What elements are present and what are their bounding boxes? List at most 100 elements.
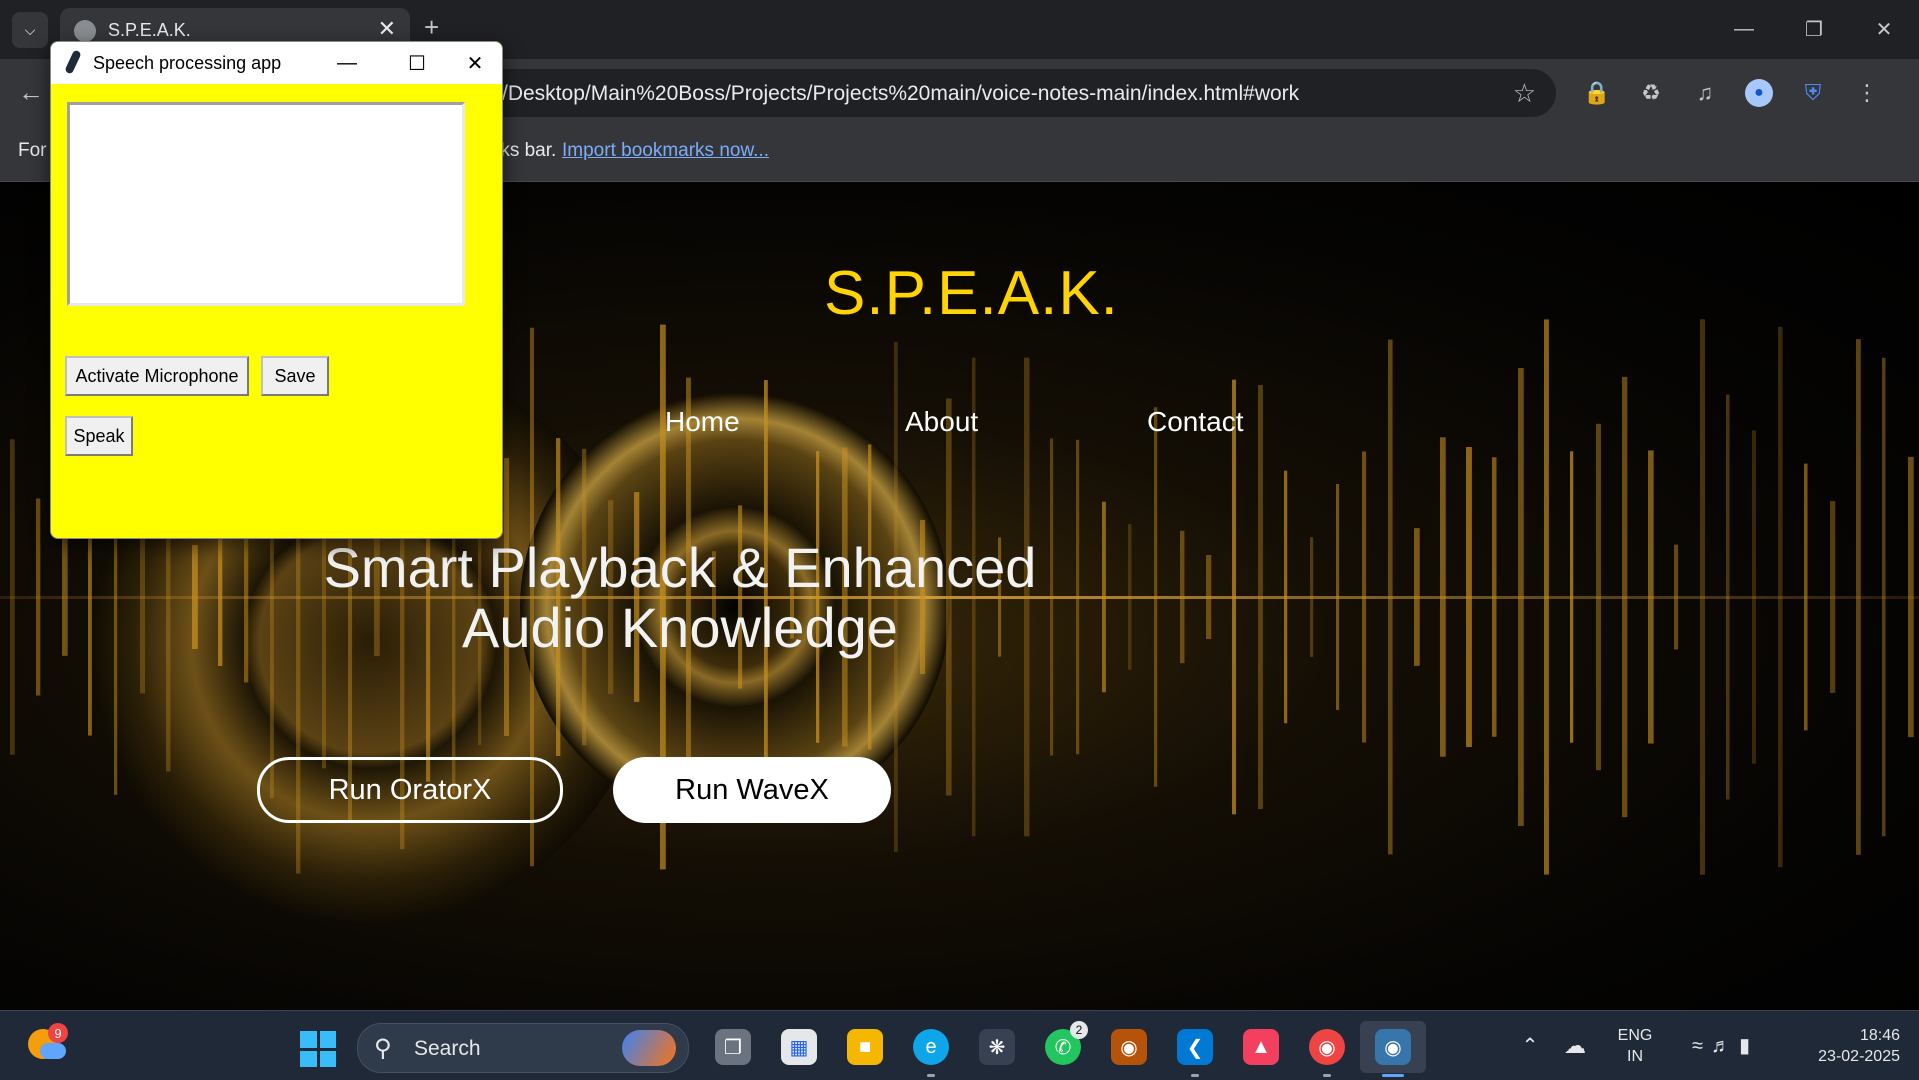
url-text[interactable]: /Desktop/Main%20Boss/Projects/Projects%2…: [502, 82, 1299, 106]
password-manager-icon[interactable]: 🔒: [1570, 71, 1624, 115]
close-icon[interactable]: ✕: [1849, 0, 1919, 59]
brave-lion-icon: ▲: [1243, 1029, 1279, 1065]
start-button[interactable]: [300, 1031, 336, 1067]
equalizer-bar: [1492, 457, 1497, 737]
taskbar-apps: ❐ ▦ ■ e ❋ ✆ 2 ◉ ❮ ▲ ◉ ◉: [700, 1021, 1426, 1077]
minimize-icon[interactable]: —: [1709, 0, 1779, 59]
lang-code: ENG: [1617, 1026, 1653, 1044]
system-tray: ⌃ ☁ ENG IN ≈♬▮ 18:46 23-02-2025: [1510, 1011, 1900, 1080]
speak-button[interactable]: Speak: [65, 416, 133, 456]
clock-time: 18:46: [1859, 1026, 1900, 1044]
equalizer-bar: [218, 528, 223, 666]
windows-taskbar: 9 ⚲ Search ❐ ▦ ■ e ❋ ✆ 2 ◉ ❮ ▲ ◉ ◉ ⌃ ☁ EN…: [0, 1010, 1919, 1080]
extensions-puzzle-icon[interactable]: ♻: [1624, 71, 1678, 115]
windows-logo-tile: [300, 1050, 317, 1067]
equalizer-bar: [1804, 463, 1808, 731]
restore-icon[interactable]: ❐: [1779, 0, 1849, 59]
hero-line-1: Smart Playback & Enhanced: [323, 536, 1037, 599]
language-indicator[interactable]: ENG IN: [1600, 1025, 1670, 1067]
emblem-icon: ❋: [979, 1029, 1015, 1065]
equalizer-bar: [10, 439, 15, 755]
equalizer-bar: [1622, 376, 1628, 818]
python-app[interactable]: ◉: [1360, 1021, 1426, 1077]
equalizer-bar: [1362, 451, 1367, 743]
import-bookmarks-link[interactable]: Import bookmarks now...: [562, 140, 769, 162]
equalizer-bar: [1258, 384, 1263, 810]
folder-icon: ■: [847, 1029, 883, 1065]
equalizer-bar: [1232, 379, 1237, 815]
profile-icon: ●: [1745, 79, 1773, 107]
windows-logo-tile: [319, 1031, 336, 1048]
back-arrow-icon[interactable]: ←: [18, 77, 44, 108]
activate-microphone-button[interactable]: Activate Microphone: [65, 356, 249, 396]
address-bar[interactable]: /Desktop/Main%20Boss/Projects/Projects%2…: [440, 69, 1556, 117]
onedrive-cloud-icon[interactable]: ☁: [1550, 1033, 1600, 1059]
equalizer-bar: [1284, 470, 1288, 724]
speech-app-titlebar[interactable]: Speech processing app — ☐ ✕: [51, 42, 502, 84]
new-tab-button[interactable]: +: [424, 12, 439, 43]
brave-app[interactable]: ▲: [1228, 1021, 1294, 1073]
media-control-icon[interactable]: ♫: [1678, 71, 1732, 115]
running-indicator: [1323, 1074, 1331, 1077]
star-icon[interactable]: ☆: [1513, 78, 1536, 109]
profile-avatar[interactable]: ●: [1732, 71, 1786, 115]
vscode-app[interactable]: ❮: [1162, 1021, 1228, 1077]
tab-search-button[interactable]: ⌵: [12, 12, 48, 48]
site-logo[interactable]: S.P.E.A.K.: [824, 258, 1119, 329]
owl-app[interactable]: ◉: [1096, 1021, 1162, 1073]
transcript-textbox[interactable]: [67, 102, 465, 306]
nav-about[interactable]: About: [905, 406, 978, 438]
menu-dots-icon[interactable]: ⋮: [1840, 71, 1894, 115]
equalizer-bar: [1752, 430, 1756, 764]
chrome-app[interactable]: ◉: [1294, 1021, 1360, 1077]
tab-close-icon[interactable]: ✕: [378, 16, 396, 42]
lang-region: IN: [1627, 1047, 1643, 1065]
search-highlight-icon: [622, 1030, 676, 1066]
search-icon: ⚲: [374, 1035, 392, 1062]
equalizer-bar: [1700, 319, 1705, 875]
whatsapp-badge: 2: [1070, 1021, 1088, 1039]
equalizer-bar: [1726, 394, 1730, 800]
weather-widget[interactable]: 9: [28, 1023, 68, 1063]
equalizer-bar: [1154, 407, 1158, 787]
whatsapp-app[interactable]: ✆ 2: [1030, 1021, 1096, 1073]
emblem-app[interactable]: ❋: [964, 1021, 1030, 1073]
vscode-icon: ❮: [1177, 1029, 1213, 1065]
equalizer-bar: [1882, 357, 1886, 837]
clock[interactable]: 18:46 23-02-2025: [1780, 1025, 1900, 1067]
equalizer-bar: [1180, 530, 1185, 664]
extension-icons: 🔒 ♻ ♫ ● ⛨ ⋮: [1570, 71, 1894, 115]
edge-icon: e: [913, 1029, 949, 1065]
store-app[interactable]: ▦: [766, 1021, 832, 1073]
shield-icon[interactable]: ⛨: [1786, 71, 1840, 115]
save-button[interactable]: Save: [261, 356, 329, 396]
windows-logo-tile: [300, 1031, 317, 1048]
close-icon[interactable]: ✕: [445, 46, 502, 80]
python-icon: ◉: [1375, 1029, 1411, 1065]
taskbar-search[interactable]: ⚲ Search: [357, 1023, 689, 1073]
weather-badge: 9: [48, 1023, 68, 1043]
chrome-icon: ◉: [1309, 1029, 1345, 1065]
equalizer-bar: [1648, 450, 1654, 744]
network-volume-battery-icons[interactable]: ≈♬▮: [1670, 1033, 1780, 1058]
nav-contact[interactable]: Contact: [1147, 406, 1244, 438]
run-wavex-button[interactable]: Run WaveX: [613, 757, 891, 823]
maximize-icon[interactable]: ☐: [387, 46, 447, 80]
equalizer-bar: [1388, 339, 1393, 855]
chevron-up-icon[interactable]: ⌃: [1510, 1033, 1550, 1058]
speech-app-window: Speech processing app — ☐ ✕ Activate Mic…: [50, 41, 503, 539]
nav-home[interactable]: Home: [665, 406, 740, 438]
run-oratorx-button[interactable]: Run OratorX: [257, 757, 563, 823]
edge-app[interactable]: e: [898, 1021, 964, 1077]
search-placeholder: Search: [414, 1037, 481, 1060]
equalizer-bar: [192, 544, 198, 650]
clock-date: 23-02-2025: [1818, 1047, 1900, 1065]
equalizer-bar: [1206, 554, 1212, 640]
equalizer-bar: [1414, 528, 1420, 666]
equalizer-bar: [1544, 319, 1549, 875]
minimize-icon[interactable]: —: [317, 46, 377, 80]
task-view-icon: ❐: [715, 1029, 751, 1065]
file-explorer-app[interactable]: ■: [832, 1021, 898, 1073]
task-view-button[interactable]: ❐: [700, 1021, 766, 1073]
running-indicator: [1191, 1074, 1199, 1077]
